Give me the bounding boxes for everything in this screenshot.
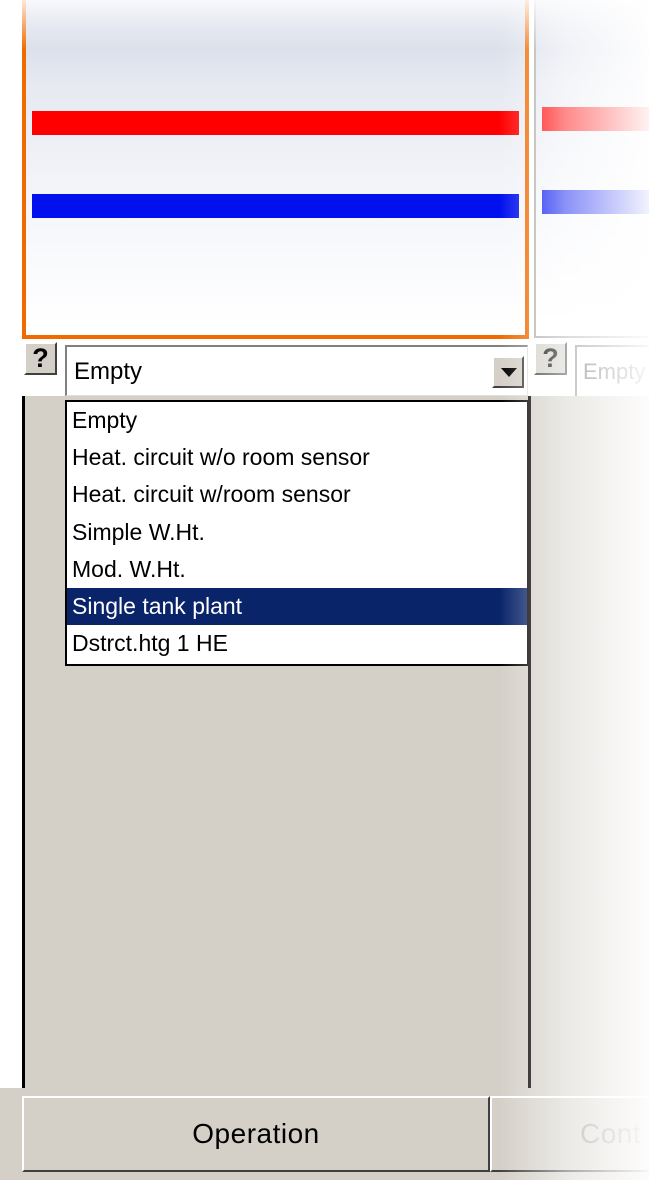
dropdown-arrow-button[interactable] — [492, 356, 524, 388]
dropdown-option-heat-circuit-no-sensor[interactable]: Heat. circuit w/o room sensor — [67, 439, 527, 476]
slot-1-diagram[interactable] — [22, 0, 529, 339]
slot-2-diagram[interactable] — [534, 0, 649, 338]
help-button[interactable]: ? — [534, 342, 567, 375]
dropdown-option-heat-circuit-room-sensor[interactable]: Heat. circuit w/room sensor — [67, 476, 527, 513]
return-pipe — [32, 194, 519, 218]
slot-2-body — [531, 396, 649, 1088]
plant-type-select[interactable]: Empty — [65, 345, 528, 396]
dropdown-option-district-heating[interactable]: Dstrct.htg 1 HE — [67, 625, 527, 662]
supply-pipe — [542, 107, 649, 131]
dropdown-option-mod-water-heater[interactable]: Mod. W.Ht. — [67, 551, 527, 588]
supply-pipe — [32, 111, 519, 135]
dropdown-option-empty[interactable]: Empty — [67, 402, 527, 439]
cont-button[interactable]: Cont — [490, 1096, 649, 1172]
plant-type-dropdown-list: Empty Heat. circuit w/o room sensor Heat… — [65, 400, 529, 666]
select-value: Empty — [583, 359, 646, 384]
dropdown-option-single-tank-plant[interactable]: Single tank plant — [67, 587, 527, 626]
help-button[interactable]: ? — [24, 342, 57, 375]
operation-button[interactable]: Operation — [22, 1096, 490, 1172]
select-value: Empty — [74, 358, 143, 385]
dropdown-option-simple-water-heater[interactable]: Simple W.Ht. — [67, 514, 527, 551]
plant-type-select-2[interactable]: Empty — [575, 345, 649, 396]
app-window: ? Empty Empty Heat. circuit w/o room sen… — [0, 0, 649, 1180]
return-pipe — [542, 190, 649, 214]
chevron-down-icon — [501, 368, 517, 377]
